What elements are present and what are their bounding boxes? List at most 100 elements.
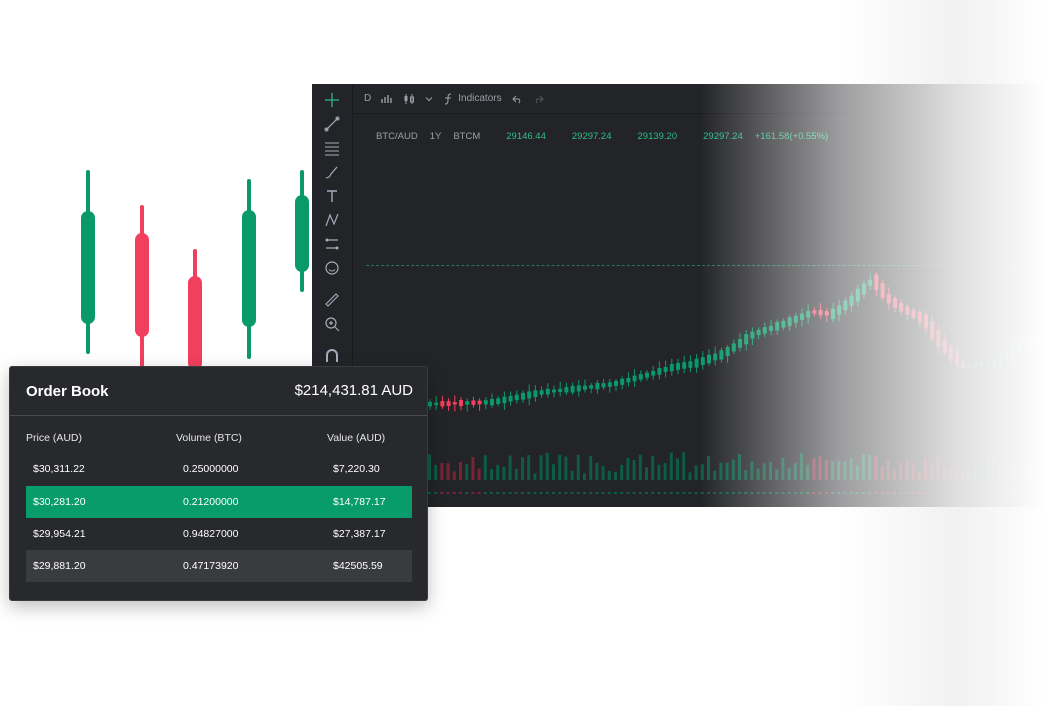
volume-tick xyxy=(973,492,977,494)
volume-tick xyxy=(663,492,667,494)
candles-icon[interactable] xyxy=(403,93,415,105)
magnet-icon[interactable] xyxy=(324,348,340,364)
chart-candle xyxy=(725,344,730,363)
volume-bar xyxy=(477,468,481,480)
volume-tick xyxy=(843,492,847,494)
order-row[interactable]: $30,311.22 0.25000000 $7,220.30 xyxy=(26,453,412,485)
volume-tick xyxy=(818,492,822,494)
order-row-highlighted[interactable]: $30,281.20 0.21200000 $14,787.17 xyxy=(26,486,412,518)
volume-bar xyxy=(818,456,822,480)
volume-bar xyxy=(669,452,673,480)
volume-bar xyxy=(527,455,531,480)
volume-tick xyxy=(477,492,481,494)
volume-tick xyxy=(502,492,506,494)
fib-lines-icon[interactable] xyxy=(324,140,340,156)
volume-tick xyxy=(434,492,438,494)
chart-candle xyxy=(688,355,693,372)
volume-bar xyxy=(483,455,487,480)
bar-chart-icon[interactable] xyxy=(381,93,393,104)
volume-bar xyxy=(781,457,785,480)
volume-tick xyxy=(700,492,704,494)
volume-bar xyxy=(862,453,865,480)
crosshair-icon[interactable] xyxy=(324,92,340,108)
text-icon[interactable] xyxy=(324,188,340,204)
volume-bar xyxy=(812,458,816,480)
volume-tick xyxy=(849,492,853,494)
volume-tick xyxy=(527,492,531,494)
chart-candle xyxy=(812,307,817,317)
chart-candle xyxy=(1017,337,1021,356)
chart-candle xyxy=(1041,327,1046,343)
column-header-value: Value (AUD) xyxy=(327,432,386,444)
volume-bar xyxy=(1029,464,1033,480)
trend-line-icon[interactable] xyxy=(324,116,340,132)
chart-candle xyxy=(936,323,941,354)
volume-tick xyxy=(483,492,487,494)
brush-icon[interactable] xyxy=(324,164,340,180)
volume-bar xyxy=(955,470,958,480)
volume-tick xyxy=(490,492,493,494)
open-value: 29146.44 xyxy=(506,131,546,142)
emoji-icon[interactable] xyxy=(324,260,340,276)
low-value: 29139.20 xyxy=(637,131,678,142)
volume-tick xyxy=(638,492,642,494)
volume-bar xyxy=(533,473,537,480)
interval-button[interactable]: D xyxy=(364,93,371,104)
volume-tick xyxy=(1041,492,1045,494)
chart-candle xyxy=(942,333,947,356)
chart-candle xyxy=(539,386,544,398)
volume-bar xyxy=(831,461,834,480)
volume-tick xyxy=(955,492,958,494)
chart-candle xyxy=(992,355,997,372)
redo-icon[interactable] xyxy=(533,94,544,104)
volume-bar xyxy=(1004,468,1008,480)
chart-candle xyxy=(502,391,507,410)
volume-bar xyxy=(868,454,872,480)
volume-tick xyxy=(886,492,890,494)
chart-candle xyxy=(440,395,445,409)
volume-bar xyxy=(620,464,624,480)
volume-bar xyxy=(694,465,698,480)
order-row[interactable]: $29,954.21 0.94827000 $27,387.17 xyxy=(26,518,412,550)
high-value: 29297.24 xyxy=(571,131,612,142)
volume-bar xyxy=(806,464,810,480)
deco-candle-2 xyxy=(135,205,149,368)
volume-bar xyxy=(514,468,518,480)
chevron-down-icon[interactable] xyxy=(425,95,433,103)
volume-tick xyxy=(862,492,865,494)
chart-candle xyxy=(775,319,780,335)
volume-tick xyxy=(1004,492,1008,494)
volume-bar xyxy=(967,468,971,480)
volume-tick xyxy=(471,492,475,494)
order-price: $30,311.22 xyxy=(33,463,85,475)
undo-icon[interactable] xyxy=(511,94,523,104)
measure-lines-icon[interactable] xyxy=(324,236,340,252)
chart-candle xyxy=(769,320,773,336)
zoom-in-icon[interactable] xyxy=(324,316,340,332)
pattern-icon[interactable] xyxy=(324,212,340,228)
volume-bar xyxy=(583,473,586,480)
order-value: $42505.59 xyxy=(333,560,383,572)
deco-candle-5 xyxy=(295,170,309,292)
volume-bar xyxy=(508,455,512,480)
volume-tick xyxy=(669,492,673,494)
order-row-alternate[interactable]: $29,881.20 0.47173920 $42505.59 xyxy=(26,550,412,582)
chart-candle xyxy=(434,396,439,411)
order-price: $29,881.20 xyxy=(33,560,86,572)
chart-candle xyxy=(558,381,563,397)
order-value: $7,220.30 xyxy=(333,463,380,475)
ruler-icon[interactable] xyxy=(324,292,340,308)
chart-candle xyxy=(471,396,476,408)
volume-bar xyxy=(793,463,797,480)
chart-candle xyxy=(843,296,848,316)
indicators-button[interactable]: Indicators xyxy=(443,92,502,105)
volume-bar xyxy=(632,459,636,480)
volume-tick xyxy=(750,492,754,494)
volume-tick xyxy=(793,492,797,494)
chart-candle xyxy=(868,273,873,290)
volume-bar xyxy=(1010,464,1014,480)
volume-tick xyxy=(725,492,729,494)
volume-bar xyxy=(750,461,754,480)
volume-tick xyxy=(812,492,816,494)
chart-candle xyxy=(880,279,885,301)
